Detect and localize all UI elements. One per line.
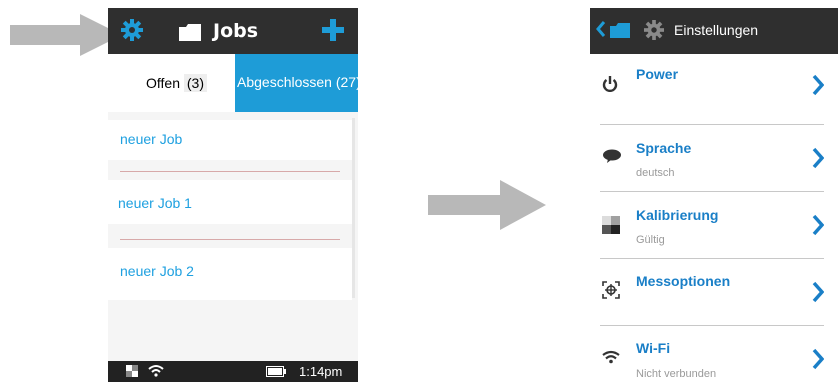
status-bar: 1:14pm xyxy=(108,361,358,382)
list-item[interactable]: neuer Job 2 xyxy=(108,248,352,300)
settings-screen: Einstellungen Power Sprache deutsch Kali… xyxy=(590,8,838,382)
calibration-icon xyxy=(602,216,620,234)
job-name: neuer Job 2 xyxy=(120,263,194,279)
tab-open[interactable]: Offen (3) xyxy=(108,54,235,112)
chevron-right-icon xyxy=(812,214,824,236)
settings-item-label: Kalibrierung xyxy=(636,207,719,223)
jobs-tabs: Offen (3) Abgeschlossen (27) xyxy=(108,54,358,112)
jobs-header: Jobs xyxy=(108,8,358,54)
settings-item-language[interactable]: Sprache deutsch xyxy=(590,125,838,191)
back-chevron-icon[interactable] xyxy=(596,21,606,37)
folder-icon xyxy=(179,24,201,41)
tab-open-count: (3) xyxy=(183,74,208,92)
settings-gear-icon[interactable] xyxy=(121,19,143,41)
status-time: 1:14pm xyxy=(299,364,343,379)
settings-item-label: Wi-Fi xyxy=(636,340,671,356)
scrollbar[interactable] xyxy=(352,118,355,298)
chevron-right-icon xyxy=(812,74,824,96)
battery-icon xyxy=(266,366,286,377)
job-name: neuer Job xyxy=(120,131,183,147)
settings-item-power[interactable]: Power xyxy=(590,58,838,124)
tab-completed[interactable]: Abgeschlossen (27) xyxy=(235,54,358,112)
divider xyxy=(120,171,340,172)
settings-item-label: Power xyxy=(636,66,679,82)
speech-bubble-icon xyxy=(603,149,621,163)
grid-icon xyxy=(126,365,138,377)
tab-completed-label: Abgeschlossen (27) xyxy=(237,74,358,90)
chevron-right-icon xyxy=(812,281,824,303)
settings-item-value: deutsch xyxy=(636,167,675,179)
measure-options-icon xyxy=(602,281,620,299)
add-job-icon[interactable] xyxy=(322,19,344,41)
list-item[interactable]: neuer Job 1 xyxy=(108,180,352,224)
page-title: Einstellungen xyxy=(674,22,759,38)
settings-item-value: Nicht verbunden xyxy=(636,368,717,380)
settings-item-wifi[interactable]: Wi-Fi Nicht verbunden xyxy=(590,326,838,382)
divider xyxy=(120,239,340,240)
job-name: neuer Job 1 xyxy=(118,195,192,211)
page-title: Jobs xyxy=(213,20,259,42)
jobs-screen: Jobs Offen (3) Abgeschlossen (27) neuer … xyxy=(108,8,358,382)
list-item[interactable]: neuer Job xyxy=(108,120,354,160)
settings-item-label: Messoptionen xyxy=(636,273,731,289)
transition-arrow xyxy=(428,180,546,230)
wifi-icon xyxy=(148,365,164,377)
settings-item-measure-options[interactable]: Messoptionen xyxy=(590,259,838,325)
tab-open-label: Offen xyxy=(146,75,180,91)
chevron-right-icon xyxy=(812,147,824,169)
chevron-right-icon xyxy=(812,348,824,370)
settings-item-calibration[interactable]: Kalibrierung Gültig xyxy=(590,192,838,258)
settings-item-value: Gültig xyxy=(636,234,665,246)
settings-gear-icon xyxy=(644,20,664,40)
power-icon xyxy=(602,76,618,92)
wifi-icon xyxy=(602,350,620,364)
pointer-arrow-left xyxy=(10,14,122,56)
settings-header: Einstellungen xyxy=(590,8,838,54)
folder-icon[interactable] xyxy=(610,23,630,38)
settings-item-label: Sprache xyxy=(636,140,692,156)
